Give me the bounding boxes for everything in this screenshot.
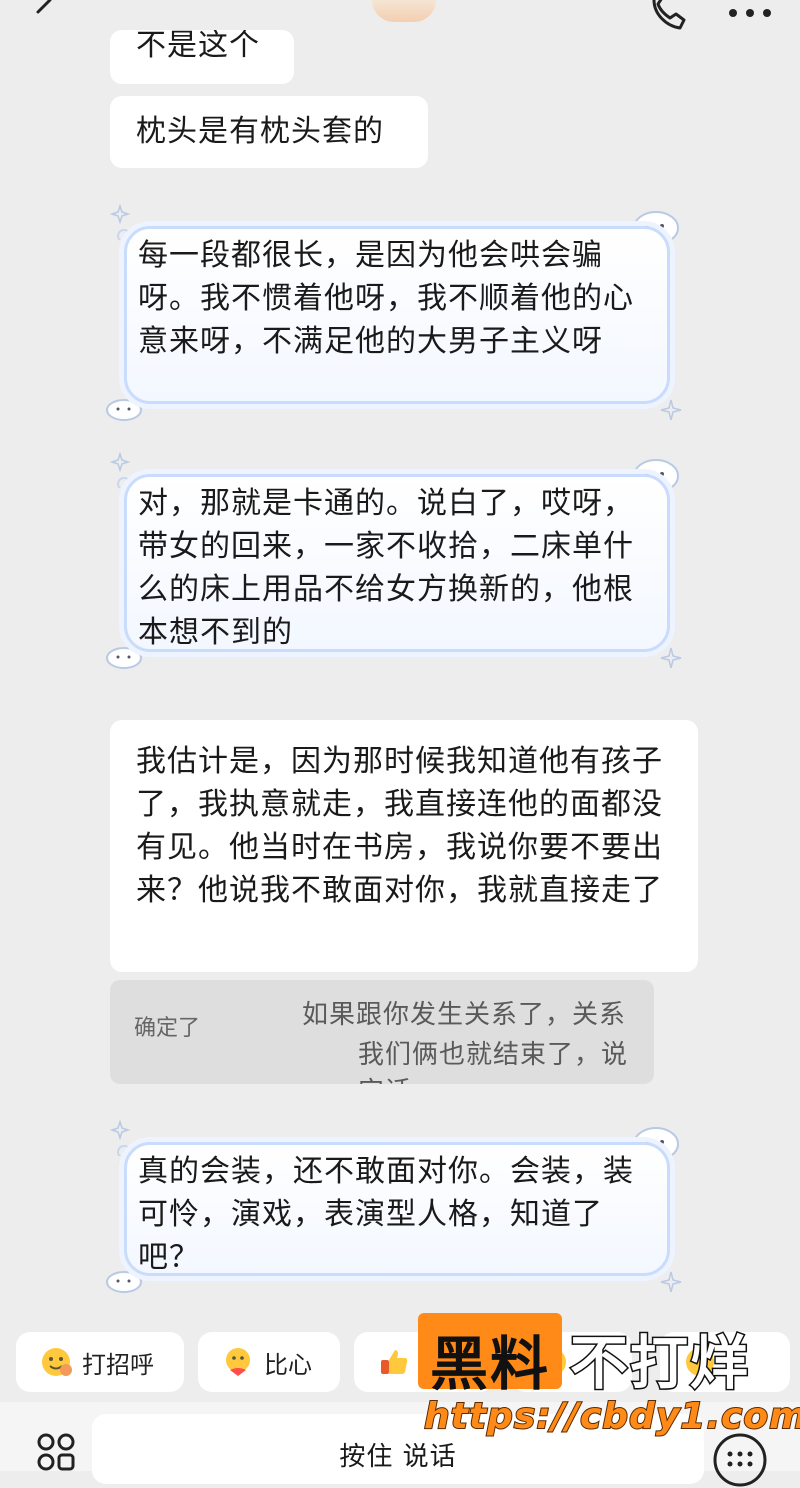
watermark-text: 不打烊 xyxy=(568,1328,751,1399)
watermark-box-text: 黑料 xyxy=(429,1330,550,1398)
more-icon[interactable] xyxy=(728,8,772,18)
quote-line: 如果跟你发生关系了，关系 xyxy=(302,1000,627,1030)
message-bubble[interactable]: 不是这个 xyxy=(110,30,294,84)
quote-line: 我们俩也就结束了，说实话 xyxy=(358,1040,629,1084)
message-bubble[interactable]: 我估计是，因为那时候我知道他有孩子了，我执意就走，我直接连他的面都没有见。他当时… xyxy=(110,720,698,972)
chevron-left-icon[interactable] xyxy=(34,0,56,14)
hold-to-talk-label: 按住 说话 xyxy=(339,1442,457,1472)
quick-reply-label: 比心 xyxy=(264,1350,312,1379)
cute-message-bubble[interactable]: 对，那就是卡通的。说白了，哎呀，带女的回来，一家不收拾，二床单什么的床上用品不给… xyxy=(104,452,690,674)
message-text: 每一段都很长，是因为他会哄会骗呀。我不惯着他呀，我不顺着他的心意来呀，不满足他的… xyxy=(138,238,634,359)
contact-avatar[interactable] xyxy=(372,0,436,22)
quote-sender: 确定了 xyxy=(134,1016,201,1041)
watermark-url: https://cbdy1.com xyxy=(423,1395,800,1438)
wave-emoji-icon xyxy=(42,1348,72,1376)
quick-reply-chip[interactable]: 比心 xyxy=(198,1332,340,1392)
quoted-message[interactable]: 确定了 如果跟你发生关系了，关系 我们俩也就结束了，说实话 xyxy=(110,980,654,1084)
message-text: 对，那就是卡通的。说白了，哎呀，带女的回来，一家不收拾，二床单什么的床上用品不给… xyxy=(138,486,634,650)
quick-reply-label: 打招呼 xyxy=(82,1350,154,1379)
thumbs-up-emoji-icon xyxy=(381,1350,408,1374)
quick-reply-chip[interactable]: 打招呼 xyxy=(16,1332,184,1392)
cute-message-bubble[interactable]: 每一段都很长，是因为他会哄会骗呀。我不惯着他呀，我不顺着他的心意来呀，不满足他的… xyxy=(104,204,690,426)
message-text: 真的会装，还不敢面对你。会装，装可怜，演戏，表演型人格，知道了吧？ xyxy=(138,1154,634,1275)
apps-grid-icon[interactable] xyxy=(36,1432,76,1472)
message-text: 不是这个 xyxy=(136,30,260,63)
watermark-logo-box: 黑料 xyxy=(418,1313,562,1398)
message-text: 我估计是，因为那时候我知道他有孩子了，我执意就走，我直接连他的面都没有见。他当时… xyxy=(136,744,663,908)
heart-hands-emoji-icon xyxy=(226,1348,250,1376)
phone-icon[interactable] xyxy=(648,0,688,32)
message-bubble[interactable]: 枕头是有枕头套的 xyxy=(110,96,428,168)
keyboard-icon[interactable] xyxy=(712,1432,768,1488)
sparkle-icon xyxy=(660,399,682,421)
message-text: 枕头是有枕头套的 xyxy=(136,114,384,149)
cute-message-bubble[interactable]: 真的会装，还不敢面对你。会装，装可怜，演戏，表演型人格，知道了吧？ xyxy=(104,1120,690,1298)
